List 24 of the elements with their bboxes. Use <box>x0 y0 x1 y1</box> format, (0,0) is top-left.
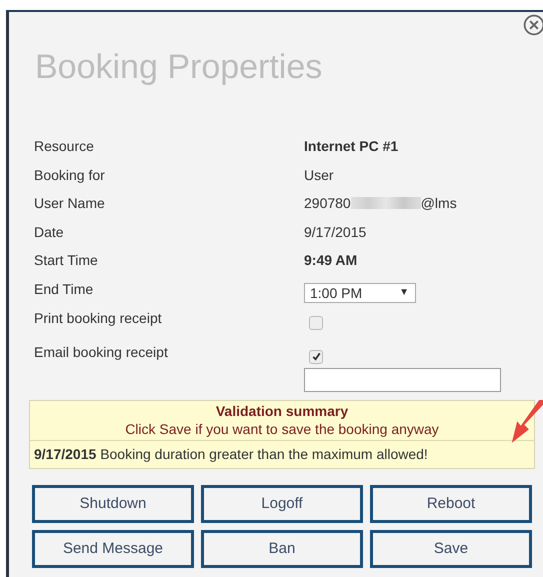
action-button[interactable]: Logoff <box>201 484 363 523</box>
field-value: User <box>304 166 334 183</box>
field-label: Start Time <box>34 252 99 270</box>
action-button[interactable]: Shutdown <box>32 484 194 523</box>
field-value: @lms <box>420 195 457 212</box>
field-value: 9:49 AM <box>304 252 358 268</box>
field-value: 9/17/2015 <box>304 224 366 240</box>
validation-date: 9/17/2015 <box>34 446 96 462</box>
field-label: Email booking receipt <box>34 344 169 362</box>
field-value: 290780 <box>304 195 351 212</box>
field-label: Resource <box>34 138 95 156</box>
time-dropdown[interactable]: 1:00 PM ▼ <box>304 282 416 303</box>
field-value: Internet PC #1 <box>304 138 398 154</box>
action-button[interactable]: Ban <box>201 530 363 568</box>
field-label: Print booking receipt <box>34 310 163 328</box>
action-button[interactable]: Reboot <box>370 484 532 523</box>
field-label: Date <box>34 224 65 242</box>
validation-message: Booking duration greater than the maximum allowed! <box>100 446 428 462</box>
field-label: Booking for <box>34 166 106 185</box>
field-label: End Time <box>34 280 94 299</box>
field-label: User Name <box>34 195 106 214</box>
action-button[interactable]: Save <box>370 530 532 568</box>
validation-title: Validation summary <box>214 402 350 419</box>
action-button[interactable]: Send Message <box>32 530 194 568</box>
